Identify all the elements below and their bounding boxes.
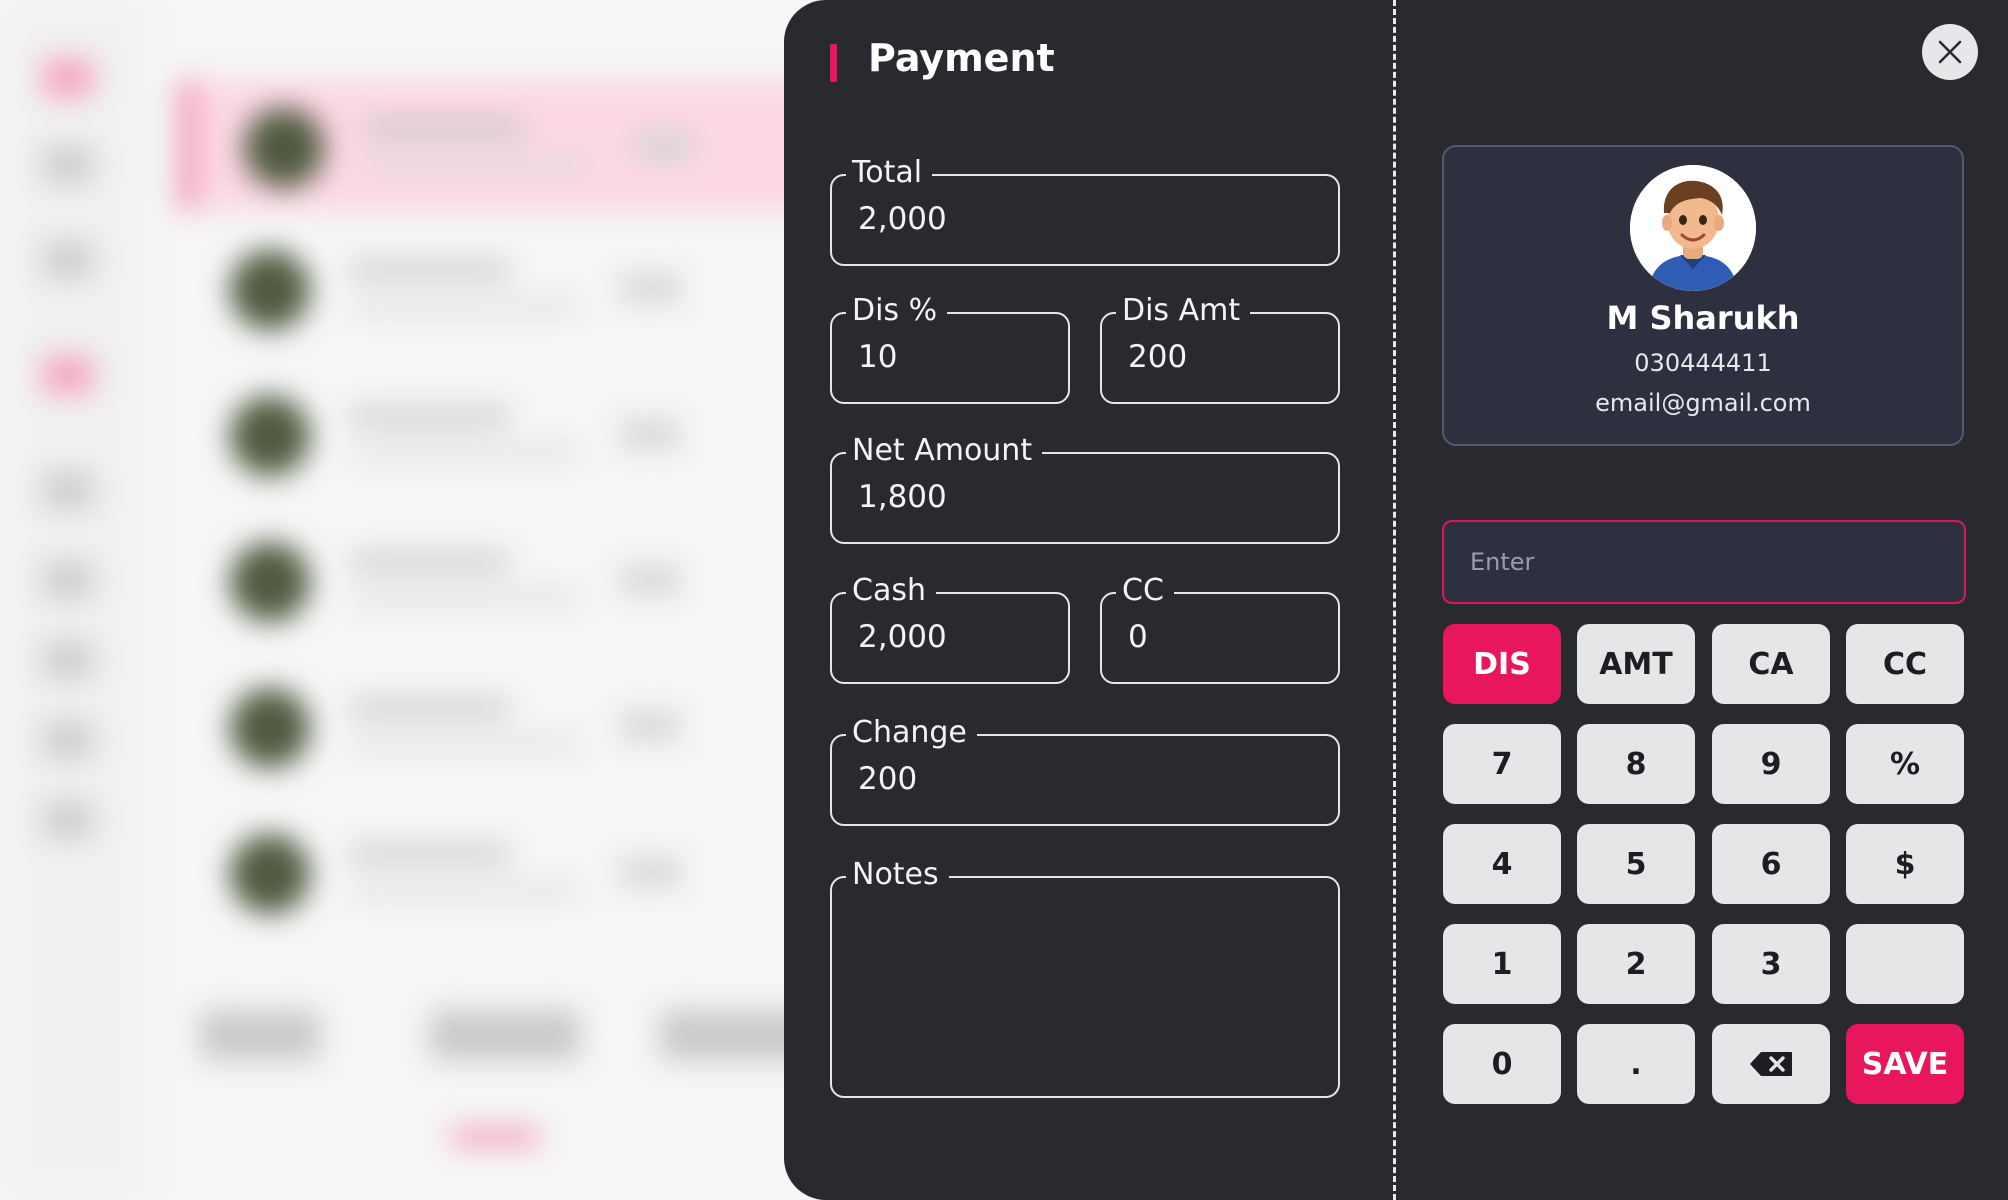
mode-ca-button[interactable]: CA — [1712, 624, 1830, 704]
payment-modal: Payment Total 2,000 Dis % 10 Dis Amt 200… — [784, 0, 2008, 1200]
mode-dis-button[interactable]: DIS — [1443, 624, 1561, 704]
notes-field[interactable]: Notes — [830, 855, 1340, 1098]
close-button[interactable] — [1922, 24, 1978, 80]
mode-amt-button[interactable]: AMT — [1577, 624, 1695, 704]
title-accent-bar — [830, 44, 837, 82]
save-button[interactable]: SAVE — [1846, 1024, 1964, 1104]
background-sidebar — [0, 0, 150, 1200]
background-app — [0, 0, 840, 1200]
dashed-divider — [1393, 0, 1396, 1200]
mode-cc-button[interactable]: CC — [1846, 624, 1964, 704]
cash-field[interactable]: Cash 2,000 — [830, 571, 1070, 684]
net-amount-field[interactable]: Net Amount 1,800 — [830, 431, 1340, 544]
dis-amount-value: 200 — [1128, 339, 1188, 375]
dis-percent-label: Dis % — [846, 291, 948, 331]
key-2[interactable]: 2 — [1577, 924, 1695, 1004]
key-0[interactable]: 0 — [1443, 1024, 1561, 1104]
key-decimal[interactable]: . — [1577, 1024, 1695, 1104]
customer-phone: 030444411 — [1634, 349, 1772, 377]
key-6[interactable]: 6 — [1712, 824, 1830, 904]
key-1[interactable]: 1 — [1443, 924, 1561, 1004]
total-label: Total — [846, 153, 933, 193]
dis-amount-label: Dis Amt — [1116, 291, 1251, 331]
change-field[interactable]: Change 200 — [830, 713, 1340, 826]
cash-value: 2,000 — [858, 619, 947, 655]
avatar — [1630, 165, 1756, 291]
net-amount-value: 1,800 — [858, 479, 947, 515]
dis-percent-field[interactable]: Dis % 10 — [830, 291, 1070, 404]
key-4[interactable]: 4 — [1443, 824, 1561, 904]
cc-field[interactable]: CC 0 — [1100, 571, 1340, 684]
change-label: Change — [846, 713, 977, 753]
customer-name: M Sharukh — [1606, 299, 1800, 337]
key-3[interactable]: 3 — [1712, 924, 1830, 1004]
key-blank[interactable] — [1846, 924, 1964, 1004]
net-amount-label: Net Amount — [846, 431, 1043, 471]
key-percent[interactable]: % — [1846, 724, 1964, 804]
key-5[interactable]: 5 — [1577, 824, 1695, 904]
key-9[interactable]: 9 — [1712, 724, 1830, 804]
change-value: 200 — [858, 761, 918, 797]
cash-label: Cash — [846, 571, 936, 611]
dis-amount-field[interactable]: Dis Amt 200 — [1100, 291, 1340, 404]
backspace-icon — [1750, 1052, 1792, 1076]
total-value: 2,000 — [858, 201, 947, 237]
keypad-input[interactable] — [1442, 520, 1966, 604]
customer-card: M Sharukh 030444411 email@gmail.com — [1442, 145, 1964, 446]
total-field[interactable]: Total 2,000 — [830, 153, 1340, 266]
modal-title: Payment — [868, 36, 1055, 80]
customer-email: email@gmail.com — [1595, 389, 1811, 417]
close-icon — [1938, 40, 1962, 64]
key-dollar[interactable]: $ — [1846, 824, 1964, 904]
cc-label: CC — [1116, 571, 1174, 611]
dis-percent-value: 10 — [858, 339, 898, 375]
cc-value: 0 — [1128, 619, 1148, 655]
notes-label: Notes — [846, 855, 949, 895]
backspace-button[interactable] — [1712, 1024, 1830, 1104]
key-8[interactable]: 8 — [1577, 724, 1695, 804]
key-7[interactable]: 7 — [1443, 724, 1561, 804]
